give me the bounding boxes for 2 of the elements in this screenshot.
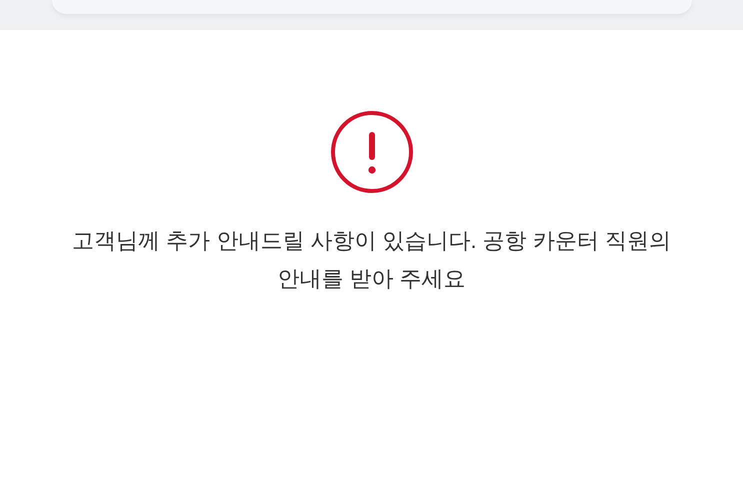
warning-icon — [330, 110, 414, 194]
notice-message: 고객님께 추가 안내드릴 사항이 있습니다. 공항 카운터 직원의 안내를 받아 주세요 — [71, 227, 672, 293]
